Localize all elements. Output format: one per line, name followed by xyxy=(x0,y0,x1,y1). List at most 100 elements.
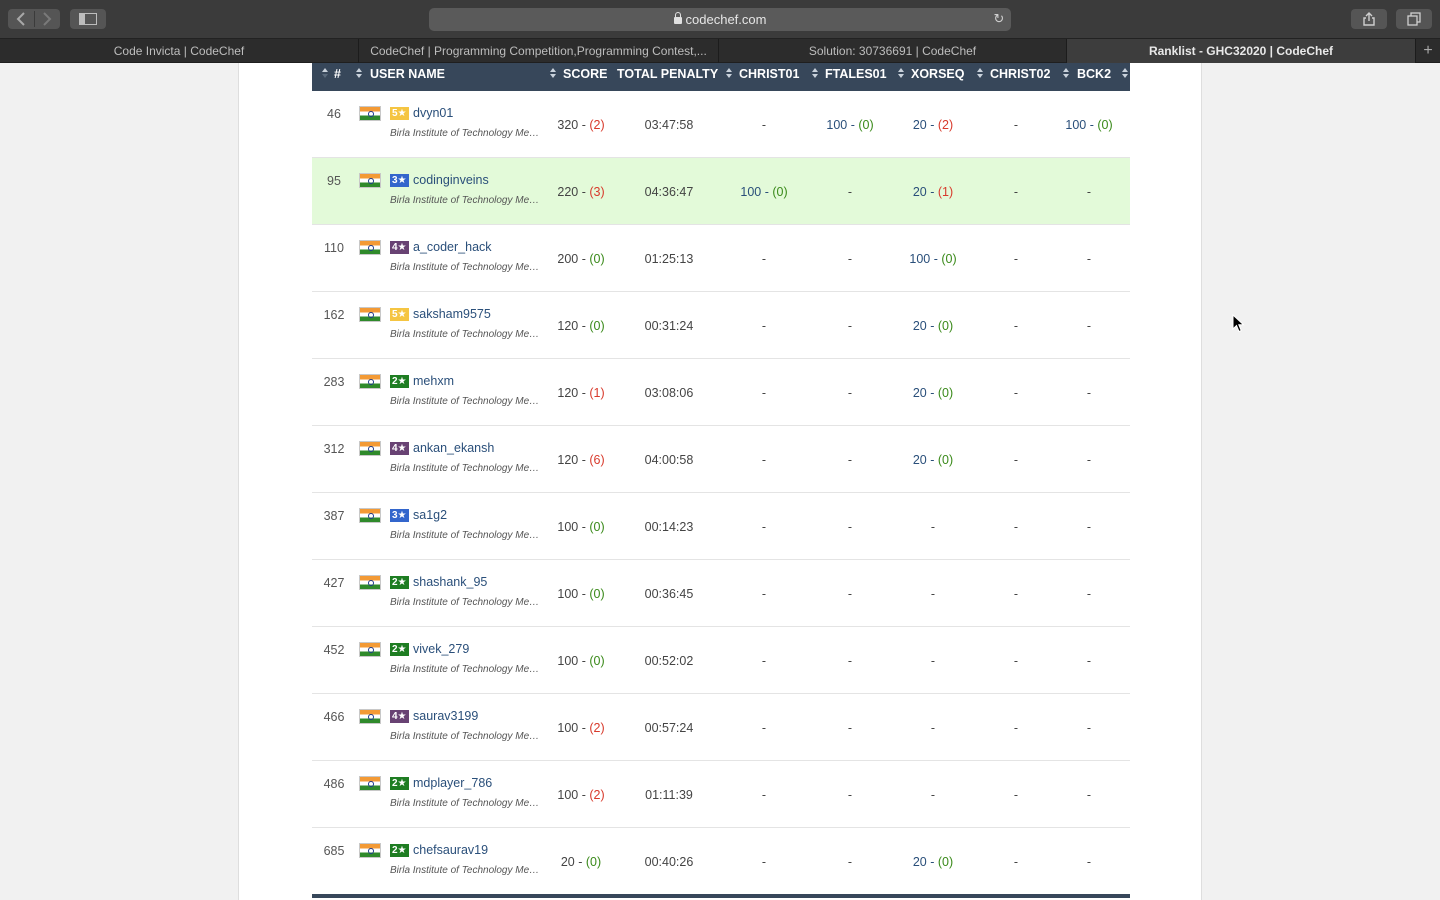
india-flag-icon xyxy=(359,776,381,791)
problem-penalty: (0) xyxy=(937,855,954,869)
forward-button[interactable] xyxy=(34,9,60,29)
separator: - xyxy=(578,587,590,601)
rank-cell: 95 xyxy=(327,174,341,188)
tab-ranklist[interactable]: Ranklist - GHC32020 | CodeChef xyxy=(1067,39,1416,63)
problem-cell-p3: - xyxy=(930,587,936,601)
tab-bar: Code Invicta | CodeChef CodeChef | Progr… xyxy=(0,38,1440,63)
separator: - xyxy=(578,118,590,132)
table-row: 162 5★ saksham9575 Birla Institute of Techn… xyxy=(312,292,1130,359)
problem-penalty: (0) xyxy=(1097,118,1113,132)
sort-icon[interactable] xyxy=(1063,67,1069,81)
institution-text: Birla Institute of Technology Mesra xyxy=(390,195,542,206)
col-christ01[interactable]: CHRIST01 xyxy=(739,63,799,85)
tab-label: CodeChef | Programming Competition,Progr… xyxy=(370,44,707,58)
address-bar[interactable]: codechef.com ↻ xyxy=(429,8,1011,31)
problem-cell-p2: - xyxy=(847,855,853,869)
score-cell: 100 - (0) xyxy=(556,587,606,601)
problem-cell-p3[interactable]: 20 - (2) xyxy=(898,118,968,132)
problem-cell-p5[interactable]: 100 - (0) xyxy=(1054,118,1124,132)
separator: - xyxy=(930,252,942,266)
separator: - xyxy=(578,453,590,467)
tab-codechef-home[interactable]: CodeChef | Programming Competition,Progr… xyxy=(359,39,719,63)
problem-cell-p2: - xyxy=(847,788,853,802)
problem-penalty: (0) xyxy=(937,386,954,400)
rank-cell: 452 xyxy=(323,643,345,657)
username-link[interactable]: mdplayer_786 xyxy=(413,776,492,790)
col-bck2[interactable]: BCK2 xyxy=(1077,63,1111,85)
score-value: 120 xyxy=(557,319,579,333)
institution-text: Birla Institute of Technology Mesra xyxy=(390,128,542,139)
col-username[interactable]: USER NAME xyxy=(370,63,445,85)
col-ftales01[interactable]: FTALES01 xyxy=(825,63,887,85)
problem-score: 20 xyxy=(912,319,927,333)
penalty-time-cell: 01:25:13 xyxy=(644,252,694,266)
username-link[interactable]: ankan_ekansh xyxy=(413,441,494,455)
plus-icon: + xyxy=(1423,42,1433,59)
problem-cell-p5: - xyxy=(1086,654,1092,668)
score-value: 100 xyxy=(557,788,579,802)
india-flag-icon xyxy=(359,307,381,322)
problem-cell-p1[interactable]: 100 - (0) xyxy=(729,185,799,199)
tab-code-invicta[interactable]: Code Invicta | CodeChef xyxy=(0,39,359,63)
col-christ02[interactable]: CHRIST02 xyxy=(990,63,1050,85)
username-link[interactable]: vivek_279 xyxy=(413,642,469,656)
problem-cell-p1: - xyxy=(761,788,767,802)
new-tab-button[interactable]: + xyxy=(1416,39,1440,63)
india-flag-icon xyxy=(359,240,381,255)
tab-solution[interactable]: Solution: 30736691 | CodeChef xyxy=(719,39,1067,63)
sort-icon[interactable] xyxy=(726,67,732,81)
problem-cell-p3[interactable]: 20 - (1) xyxy=(898,185,968,199)
sort-icon[interactable] xyxy=(977,67,983,81)
problem-cell-p2[interactable]: 100 - (0) xyxy=(815,118,885,132)
problem-cell-p2: - xyxy=(847,453,853,467)
separator: - xyxy=(847,118,859,132)
sidebar-toggle-button[interactable] xyxy=(70,9,106,29)
india-flag-icon xyxy=(359,374,381,389)
sort-icon[interactable] xyxy=(812,67,818,81)
table-row: 427 2★ shashank_95 Birla Institute of Techn… xyxy=(312,560,1130,627)
col-score[interactable]: SCORE xyxy=(563,63,607,85)
problem-cell-p5: - xyxy=(1086,788,1092,802)
col-rank[interactable]: # xyxy=(334,63,341,85)
problem-penalty: (0) xyxy=(937,319,954,333)
problem-score: 100 xyxy=(826,118,848,132)
username-link[interactable]: codinginveins xyxy=(413,173,489,187)
problem-cell-p4: - xyxy=(1013,587,1019,601)
star-rating-badge: 5★ xyxy=(390,308,409,321)
separator: - xyxy=(578,788,590,802)
username-link[interactable]: chefsaurav19 xyxy=(413,843,488,857)
share-button[interactable] xyxy=(1351,9,1387,29)
back-button[interactable] xyxy=(8,9,34,29)
username-link[interactable]: sa1g2 xyxy=(413,508,447,522)
penalty-time-cell: 01:11:39 xyxy=(645,788,693,802)
username-link[interactable]: saurav3199 xyxy=(413,709,478,723)
penalty-time-cell: 04:36:47 xyxy=(644,185,694,199)
problem-cell-p4: - xyxy=(1013,118,1019,132)
sort-icon[interactable] xyxy=(898,67,904,81)
problem-cell-p3[interactable]: 20 - (0) xyxy=(898,855,968,869)
problem-cell-p3[interactable]: 20 - (0) xyxy=(898,319,968,333)
tab-label: Code Invicta | CodeChef xyxy=(113,44,245,58)
username-link[interactable]: mehxm xyxy=(413,374,454,388)
separator: - xyxy=(761,185,773,199)
problem-score: 20 xyxy=(912,185,927,199)
tab-overview-button[interactable] xyxy=(1396,9,1432,29)
username-link[interactable]: shashank_95 xyxy=(413,575,487,589)
username-link[interactable]: dvyn01 xyxy=(413,106,453,120)
col-penalty[interactable]: TOTAL PENALTY xyxy=(617,63,718,85)
reload-icon[interactable]: ↻ xyxy=(991,11,1007,27)
problem-cell-p3[interactable]: 20 - (0) xyxy=(898,386,968,400)
sort-icon[interactable] xyxy=(550,67,556,81)
problem-score: 20 xyxy=(912,118,927,132)
username-link[interactable]: a_coder_hack xyxy=(413,240,492,254)
problem-cell-p2: - xyxy=(847,319,853,333)
sort-icon[interactable] xyxy=(1122,67,1128,81)
col-xorseq[interactable]: XORSEQ xyxy=(911,63,965,85)
username-link[interactable]: saksham9575 xyxy=(413,307,491,321)
problem-cell-p3[interactable]: 100 - (0) xyxy=(898,252,968,266)
rank-cell: 283 xyxy=(323,375,345,389)
star-rating-badge: 2★ xyxy=(390,576,409,589)
sort-icon[interactable] xyxy=(356,67,362,81)
sort-icon[interactable] xyxy=(322,67,328,81)
problem-cell-p3[interactable]: 20 - (0) xyxy=(898,453,968,467)
